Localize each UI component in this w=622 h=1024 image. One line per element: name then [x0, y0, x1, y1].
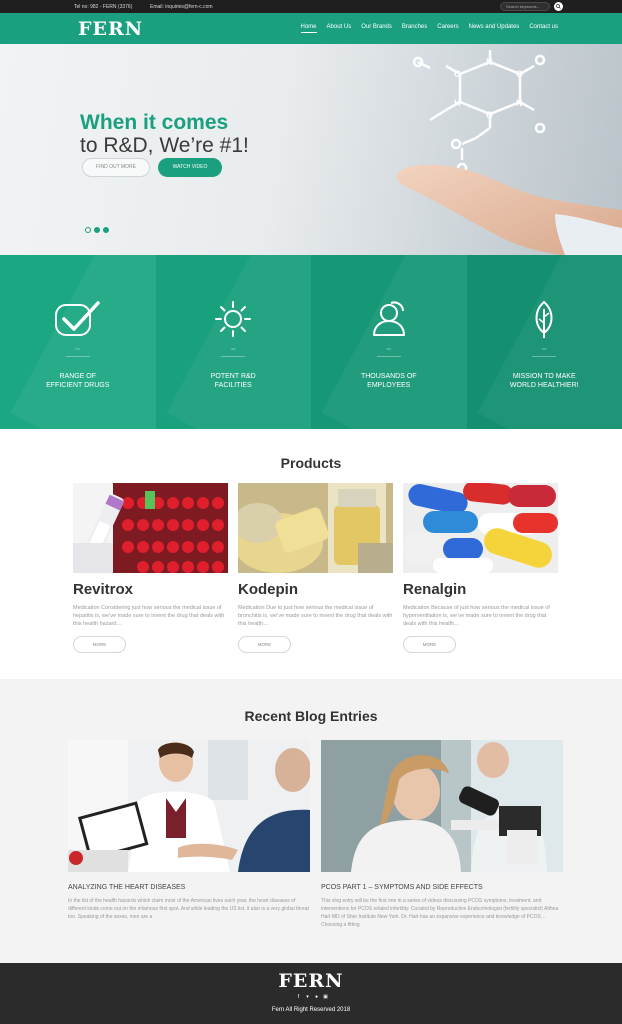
hero-slider: ONO NOH When it comes to R&D, We’re #1! … — [0, 44, 622, 255]
nav-menu: Home About Us Our Brands Branches Career… — [300, 24, 558, 33]
product-image-vials[interactable] — [238, 483, 393, 573]
search-input[interactable]: Search keywords... — [500, 2, 550, 11]
svg-text:O: O — [516, 69, 523, 79]
feature-mission: 04/ MISSION TO MAKE WORLD HEALTHIER! — [466, 255, 622, 429]
feature-drugs: 01/ RANGE OF EFFICIENT DRUGS — [0, 255, 156, 429]
svg-text:N: N — [486, 57, 493, 67]
blog-post-excerpt: In the list of the health hazards which … — [68, 898, 309, 920]
footer-logo[interactable]: FERN — [0, 970, 622, 992]
more-button[interactable]: MORE — [73, 636, 126, 653]
more-button[interactable]: MORE — [238, 636, 291, 653]
pinterest-icon[interactable]: ● — [314, 995, 319, 1000]
product-card: Kodepin Medication Due to just how serio… — [238, 483, 393, 653]
blog-post-title[interactable]: ANALYZING THE HEART DISEASES — [68, 884, 310, 891]
blog-post-excerpt: This vlog entry will be the first one in… — [321, 898, 559, 928]
search-button[interactable] — [554, 2, 563, 11]
product-name[interactable]: Renalgin — [403, 581, 558, 598]
hero-subtitle: to R&D, We’re #1! — [80, 134, 249, 157]
sun-icon — [215, 301, 252, 337]
twitter-icon[interactable]: ▾ — [305, 995, 310, 1000]
product-card: Renalgin Medication Because of just how … — [403, 483, 558, 653]
blog-post: PCOS PART 1 – SYMPTOMS AND SIDE EFFECTS … — [321, 740, 563, 929]
blog-post-title[interactable]: PCOS PART 1 – SYMPTOMS AND SIDE EFFECTS — [321, 884, 563, 891]
blog-image-microscope[interactable] — [321, 740, 563, 872]
blog-heading: Recent Blog Entries — [244, 708, 378, 724]
slider-dots — [85, 227, 109, 233]
hand-graphic — [396, 164, 622, 255]
nav-item-home[interactable]: Home — [300, 24, 317, 33]
watch-video-button[interactable]: WATCH VIDEO — [158, 158, 222, 177]
nav-item-our-brands[interactable]: Our Brands — [361, 24, 392, 33]
social-links: f ▾ ● ▣ — [296, 995, 328, 1000]
hero-title: When it comes — [80, 111, 229, 134]
more-button[interactable]: MORE — [403, 636, 456, 653]
feature-number: 01/ — [75, 347, 80, 351]
blog-section: Recent Blog Entries ANALYZING THE HEART … — [0, 679, 622, 963]
facebook-icon[interactable]: f — [296, 995, 301, 1000]
feature-number: 04/ — [542, 347, 547, 351]
slider-dot[interactable] — [85, 227, 91, 233]
slider-dot[interactable] — [103, 227, 109, 233]
product-card: Revitrox Medication Considering just how… — [73, 483, 228, 653]
feature-number: 03/ — [386, 347, 391, 351]
feature-facilities: 02/ POTENT R&D FACILITIES — [155, 255, 311, 429]
footer: FERN f ▾ ● ▣ Fern All Right Reserved 201… — [0, 963, 622, 1024]
product-description: Medication Because of just how serious t… — [403, 605, 550, 627]
leaf-icon — [535, 300, 553, 338]
products-heading: Products — [280, 455, 342, 471]
svg-text:O: O — [454, 69, 461, 79]
blog-post: ANALYZING THE HEART DISEASES In the list… — [68, 740, 310, 921]
feature-label: MISSION TO MAKE WORLD HEALTHIER! — [509, 373, 579, 389]
feature-number: 02/ — [231, 347, 236, 351]
product-name[interactable]: Kodepin — [238, 581, 393, 598]
find-out-more-button[interactable]: FIND OUT MORE — [82, 158, 150, 177]
product-image-capsules[interactable] — [403, 483, 558, 573]
svg-text:H: H — [454, 98, 461, 108]
check-icon — [54, 301, 100, 336]
product-name[interactable]: Revitrox — [73, 581, 228, 598]
blog-image-doctor[interactable] — [68, 740, 310, 872]
top-bar: Tel no: 982 - FERN (3376) Email: inquiri… — [0, 0, 622, 13]
site-logo[interactable]: FERN — [78, 18, 143, 40]
product-description: Medication Considering just how serious … — [73, 605, 225, 627]
nav-item-branches[interactable]: Branches — [402, 24, 427, 33]
employees-icon — [372, 301, 405, 336]
youtube-icon[interactable]: ▣ — [323, 995, 328, 1000]
nav-item-careers[interactable]: Careers — [437, 24, 458, 33]
feature-employees: 03/ THOUSANDS OF EMPLOYEES — [311, 255, 467, 429]
search-icon — [556, 4, 561, 9]
main-navigation: FERN Home About Us Our Brands Branches C… — [0, 13, 622, 44]
nav-item-contact[interactable]: Contact us — [529, 24, 558, 33]
features-strip: 01/ RANGE OF EFFICIENT DRUGS 02/ POTENT … — [0, 255, 622, 429]
nav-item-about-us[interactable]: About Us — [327, 24, 352, 33]
feature-label: POTENT R&D FACILITIES — [210, 373, 256, 389]
svg-text:N: N — [516, 98, 523, 108]
copyright: Fern All Right Reserved 2018 — [271, 1007, 351, 1013]
svg-text:O: O — [486, 110, 493, 120]
phone-number: Tel no: 982 - FERN (3376) — [74, 4, 133, 10]
feature-label: THOUSANDS OF EMPLOYEES — [360, 373, 417, 389]
product-description: Medication Due to just how serious the m… — [238, 605, 393, 627]
product-image-tubes[interactable] — [73, 483, 228, 573]
email-address[interactable]: Email: inquiries@fern-c.com — [150, 4, 213, 10]
feature-label: RANGE OF EFFICIENT DRUGS — [46, 373, 110, 389]
nav-item-news[interactable]: News and Updates — [469, 24, 520, 33]
slider-dot[interactable] — [94, 227, 100, 233]
